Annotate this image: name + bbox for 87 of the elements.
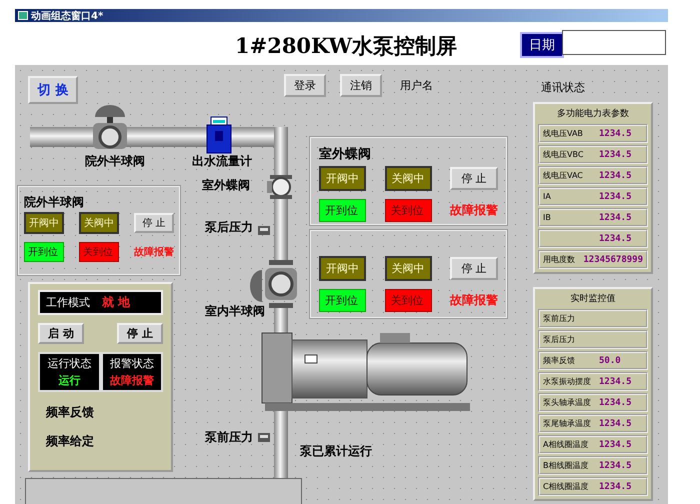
status-indicator: 关到位 xyxy=(79,242,119,262)
reading-value: 1234.5 xyxy=(599,440,632,450)
reading-label: 水泵振动摆度 xyxy=(543,376,592,387)
reading-value: 1234.5 xyxy=(599,212,632,222)
reading-label: 泵前压力 xyxy=(543,313,576,324)
comm-status-label: 通讯状态 xyxy=(541,80,585,95)
diagram-label: 泵已累计运行 xyxy=(300,443,372,460)
toolbar-button[interactable]: 注销 xyxy=(340,74,382,97)
app-icon xyxy=(18,11,28,20)
run-state-label: 运行状态 xyxy=(47,356,92,371)
reading-value: 12345678999 xyxy=(583,254,643,264)
status-indicator: 关阀中 xyxy=(79,212,119,234)
reading-label: 频率反馈 xyxy=(543,355,576,366)
reading-value: 1234.5 xyxy=(599,398,632,408)
pressure-gauge-icon xyxy=(258,226,270,235)
reading-value: 1234.5 xyxy=(599,170,632,180)
reading-value: 1234.5 xyxy=(599,234,632,244)
fault-alarm-label: 故障报警 xyxy=(450,292,498,309)
frequency-setpoint-label: 频率给定 xyxy=(46,433,95,450)
pipe xyxy=(274,199,288,260)
pressure-gauge-icon xyxy=(258,433,270,442)
panel-title: 实时监控值 xyxy=(570,292,616,306)
status-indicator: 开到位 xyxy=(319,289,366,312)
reading-label: IA xyxy=(543,192,552,201)
frequency-feedback-label: 频率反馈 xyxy=(46,404,95,421)
pipe xyxy=(274,308,288,333)
diagram-label: 出水流量计 xyxy=(192,153,252,170)
fault-alarm-label: 故障报警 xyxy=(450,202,498,219)
status-indicator: 开到位 xyxy=(24,242,64,262)
reading-value: 1234.5 xyxy=(599,150,632,160)
mode-value: 就 地 xyxy=(102,294,130,311)
diagram-label: 院外半球阀 xyxy=(85,153,145,170)
panel-title: 室外蝶阀 xyxy=(319,147,371,162)
reading-label: C相线圈温度 xyxy=(543,481,590,492)
fault-alarm-label: 故障报警 xyxy=(134,245,174,259)
reading-value: 1234.5 xyxy=(599,482,632,492)
alarm-state-value: 故障报警 xyxy=(110,373,154,388)
panel-title: 院外半球阀 xyxy=(24,195,84,209)
reading-label: IB xyxy=(543,213,552,222)
toolbar-button[interactable]: 登录 xyxy=(284,74,326,97)
panel-title: 多功能电力表参数 xyxy=(556,108,630,121)
status-indicator: 开到位 xyxy=(319,199,366,222)
reading-label: 线电压VAB xyxy=(543,128,584,139)
status-indicator: 关到位 xyxy=(384,199,432,222)
diagram-label: 泵前压力 xyxy=(205,429,253,446)
flow-meter-icon xyxy=(206,116,232,154)
ball-valve-icon xyxy=(93,105,127,149)
status-indicator: 开阀中 xyxy=(319,166,366,191)
reading-value: 50.0 xyxy=(599,356,621,366)
reading-label: A相线圈温度 xyxy=(543,439,590,450)
date-field[interactable] xyxy=(562,30,666,55)
reading-label: B相线圈温度 xyxy=(543,460,590,471)
switch-button[interactable]: 切 换 xyxy=(28,76,78,104)
reading-value: 1234.5 xyxy=(599,418,632,428)
stop-button[interactable]: 停 止 xyxy=(450,257,498,280)
reading-value: 1234.5 xyxy=(599,460,632,470)
diagram-label: 室内半球阀 xyxy=(205,303,265,320)
reading-label: 线电压VBC xyxy=(543,149,584,160)
diagram-label: 泵后压力 xyxy=(205,219,253,236)
status-indicator: 关到位 xyxy=(384,289,432,312)
reading-value: 1234.5 xyxy=(599,192,632,202)
status-indicator: 开阀中 xyxy=(24,212,64,234)
reading-value: 1234.5 xyxy=(599,128,632,138)
user-label: 用户名 xyxy=(400,78,433,93)
reading-label: 泵后压力 xyxy=(543,334,576,345)
reading-label: 泵尾轴承温度 xyxy=(543,418,592,429)
stop-button[interactable]: 停 止 xyxy=(134,213,174,233)
reading-label: 泵头轴承温度 xyxy=(543,397,592,408)
butterfly-valve-icon xyxy=(267,175,292,199)
pipe xyxy=(274,411,288,478)
date-label: 日期 xyxy=(520,32,564,58)
screen-title: 1#280KW水泵控制屏 xyxy=(235,32,458,60)
reading-value: 1234.5 xyxy=(599,376,632,386)
alarm-state-label: 报警状态 xyxy=(110,356,154,371)
window-title: 动画组态窗口4* xyxy=(31,10,104,22)
mode-label: 工作模式 xyxy=(46,295,90,310)
stop-button[interactable]: 停 止 xyxy=(450,167,498,190)
diagram-label: 室外蝶阀 xyxy=(202,177,250,194)
reading-label: 线电压VAC xyxy=(543,170,584,181)
status-indicator: 开阀中 xyxy=(319,256,366,281)
start-button[interactable]: 启 动 xyxy=(38,323,84,344)
run-state-value: 运行 xyxy=(58,373,80,388)
reading-label: 用电度数 xyxy=(543,254,576,265)
status-indicator: 关阀中 xyxy=(384,166,432,191)
status-indicator: 关阀中 xyxy=(384,256,432,281)
pipe xyxy=(30,127,94,147)
stop-button[interactable]: 停 止 xyxy=(117,323,163,344)
